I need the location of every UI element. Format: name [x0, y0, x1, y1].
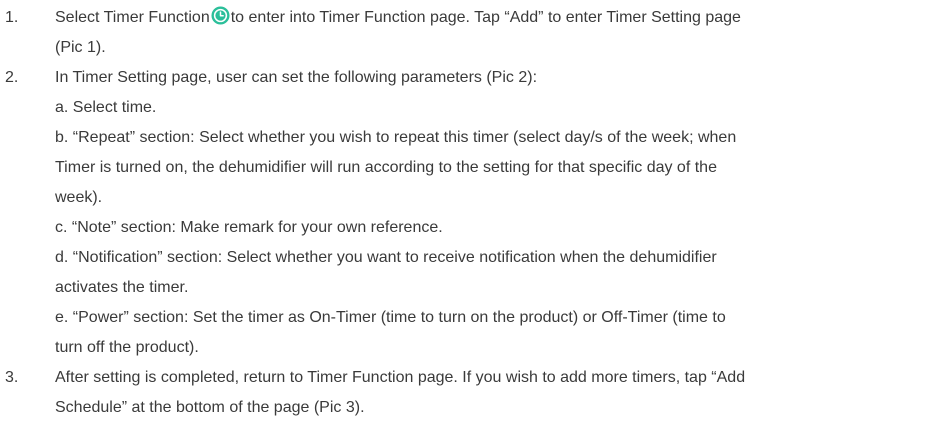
step-1-text-before-icon: Select Timer Function — [55, 9, 210, 26]
sub-item-d-line-2: activates the timer. — [55, 279, 189, 296]
step-number: 2. — [5, 69, 19, 86]
clock-icon — [211, 6, 230, 25]
sub-item-b-line-1: b. “Repeat” section: Select whether you … — [55, 129, 737, 146]
sub-item-e-line-1: e. “Power” section: Set the timer as On-… — [55, 309, 726, 326]
sub-item-b-line-3: week). — [55, 189, 103, 206]
step-1-text-after-icon: to enter into Timer Function page. Tap “… — [230, 9, 741, 26]
step-number: 3. — [5, 369, 19, 386]
step-2-line-1: In Timer Setting page, user can set the … — [55, 69, 538, 86]
instruction-document: 1. Select Timer Function to enter into Ti… — [0, 0, 931, 444]
step-1-line-2: (Pic 1). — [55, 39, 106, 56]
sub-item-e-line-2: turn off the product). — [55, 339, 199, 356]
step-3-line-1: After setting is completed, return to Ti… — [55, 369, 746, 386]
step-3-line-2: Schedule” at the bottom of the page (Pic… — [55, 399, 365, 416]
step-number: 1. — [5, 9, 19, 26]
sub-item-a: a. Select time. — [55, 99, 157, 116]
sub-item-d-line-1: d. “Notification” section: Select whethe… — [55, 249, 717, 266]
sub-item-b-line-2: Timer is turned on, the dehumidifier wil… — [55, 159, 717, 176]
step-1-line-1: Select Timer Function to enter into Timer… — [55, 3, 741, 33]
sub-item-c: c. “Note” section: Make remark for your … — [55, 219, 443, 236]
